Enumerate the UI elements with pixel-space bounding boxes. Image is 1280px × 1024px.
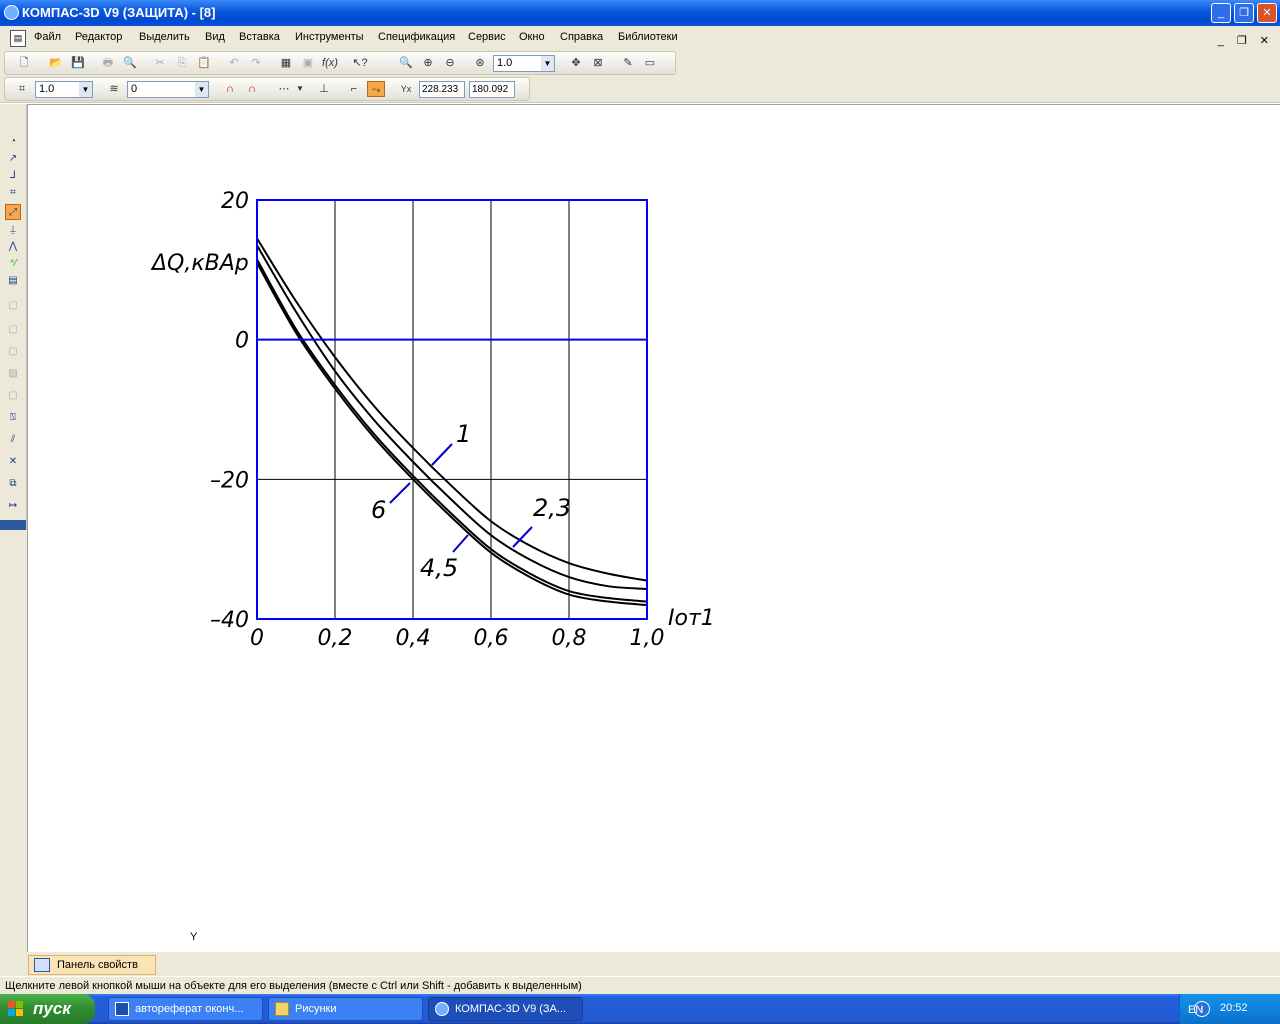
taskbar-button-label: КОМПАС-3D V9 (ЗА... xyxy=(455,1003,567,1015)
leader-line xyxy=(389,482,411,504)
taskbar-button-kompas[interactable]: КОМПАС-3D V9 (ЗА... xyxy=(428,997,583,1021)
series-label-4: 6 xyxy=(371,496,386,524)
chart-svg: 0 0,2 0,4 0,6 0,8 1,0 20 0 –20 –40 ΔQ,кВАр Iот1 1… xyxy=(150,189,715,651)
chart-curves xyxy=(256,237,648,607)
property-panel-bar: Панель свойств xyxy=(0,952,1280,976)
taskbar-button-label: Рисунки xyxy=(295,1003,337,1015)
property-panel-icon xyxy=(34,958,50,972)
leader-line xyxy=(452,534,469,553)
y-tick-label: –40 xyxy=(210,608,249,633)
taskbar-button-label: автореферат оконч... xyxy=(135,1003,244,1015)
y-tick-label: –20 xyxy=(210,468,249,493)
y-axis-label: ΔQ,кВАр xyxy=(150,251,249,276)
x-axis-label: Iот1 xyxy=(668,606,715,631)
clock: 20:52 xyxy=(1220,1002,1248,1014)
series-label-3: 4,5 xyxy=(420,554,458,582)
word-icon xyxy=(115,1002,129,1016)
windows-flag-icon xyxy=(8,1001,23,1016)
x-tick-label: 0,8 xyxy=(552,626,587,651)
taskbar-button-word[interactable]: автореферат оконч... xyxy=(108,997,263,1021)
y-tick-label: 0 xyxy=(235,329,249,354)
series-label-1: 1 xyxy=(456,420,471,448)
x-tick-label: 0,6 xyxy=(474,626,509,651)
kompas-icon xyxy=(435,1002,449,1016)
x-tick-label: 1,0 xyxy=(630,626,665,651)
folder-icon xyxy=(275,1002,289,1016)
series-line-1 xyxy=(256,237,648,582)
taskbar-button-folder[interactable]: Рисунки xyxy=(268,997,423,1021)
series-line-2 xyxy=(256,244,648,590)
start-label: пуск xyxy=(33,999,71,1018)
leader-line xyxy=(431,443,453,466)
x-tick-label: 0,4 xyxy=(396,626,431,651)
status-bar: Щелкните левой кнопкой мыши на объекте д… xyxy=(0,976,1280,995)
property-panel-tab[interactable]: Панель свойств xyxy=(28,955,156,975)
series-label-2: 2,3 xyxy=(533,494,571,522)
start-button[interactable]: пуск xyxy=(0,994,95,1024)
language-indicator[interactable]: EN xyxy=(1188,1004,1203,1016)
series-labels: 1 2,3 4,5 6 xyxy=(371,420,571,582)
x-tick-label: 0,2 xyxy=(318,626,353,651)
property-panel-label: Панель свойств xyxy=(57,959,138,971)
y-tick-label: 20 xyxy=(221,189,249,214)
taskbar: пуск автореферат оконч... Рисунки КОМПАС… xyxy=(0,994,1280,1024)
series-line-3 xyxy=(256,258,648,603)
x-tick-label: 0 xyxy=(250,626,264,651)
